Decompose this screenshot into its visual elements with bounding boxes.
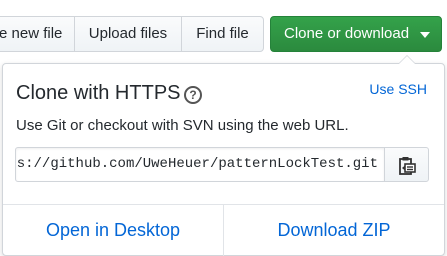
clone-url-group: ps://github.com/UweHeuer/patternLockTest… xyxy=(15,147,429,182)
clone-panel-title: Clone with HTTPS xyxy=(16,82,181,104)
create-new-file-button[interactable]: e new file xyxy=(0,16,75,52)
find-file-button[interactable]: Find file xyxy=(181,16,264,52)
clone-url-text: ps://github.com/UweHeuer/patternLockTest… xyxy=(15,156,378,172)
question-circle-icon[interactable]: ? xyxy=(184,86,202,104)
open-in-desktop-link[interactable]: Open in Desktop xyxy=(3,220,223,241)
copy-url-button[interactable] xyxy=(384,147,429,182)
clone-or-download-button[interactable]: Clone or download xyxy=(270,16,442,52)
download-zip-link[interactable]: Download ZIP xyxy=(224,220,444,241)
dropdown-pointer-fill xyxy=(399,56,415,64)
clone-dropdown-panel: Clone with HTTPS ? Use SSH Use Git or ch… xyxy=(2,55,445,256)
use-ssh-link[interactable]: Use SSH xyxy=(369,81,427,97)
upload-files-button[interactable]: Upload files xyxy=(74,16,182,52)
repo-file-toolbar-area: e new file Upload files Find file Clone … xyxy=(0,0,447,256)
clipboard-icon xyxy=(399,157,416,175)
clone-url-input[interactable]: ps://github.com/UweHeuer/patternLockTest… xyxy=(15,147,385,182)
clone-button-label: Clone or download xyxy=(284,25,410,42)
caret-down-icon xyxy=(420,32,430,38)
clone-description: Use Git or checkout with SVN using the w… xyxy=(16,117,349,134)
